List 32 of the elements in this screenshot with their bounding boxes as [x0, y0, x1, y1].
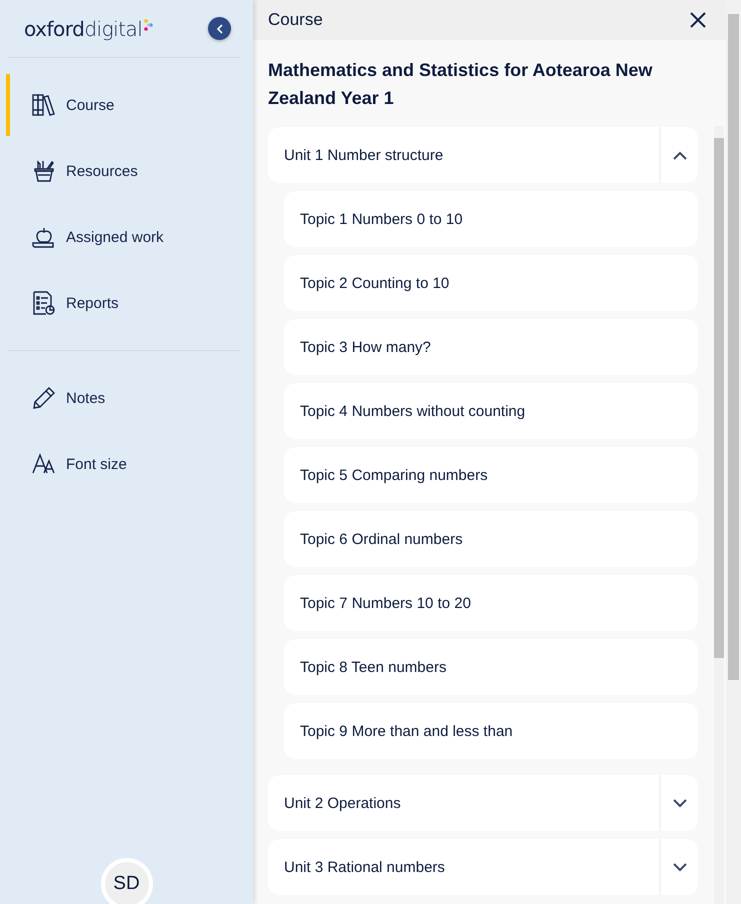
chevron-left-icon	[214, 24, 224, 34]
topic-item[interactable]: Topic 3 How many?	[284, 319, 698, 375]
apple-book-icon	[32, 225, 56, 249]
pencil-icon	[32, 386, 56, 410]
topic-item[interactable]: Topic 9 More than and less than	[284, 703, 698, 759]
nav-item[interactable]: Notes	[6, 367, 253, 429]
chevron-down-icon	[672, 798, 686, 808]
nav-item[interactable]: Reports	[6, 272, 253, 334]
close-icon	[689, 11, 707, 29]
topic-item[interactable]: Topic 2 Counting to 10	[284, 255, 698, 311]
books-icon	[32, 93, 56, 117]
logo-arrow-icon	[144, 18, 154, 30]
topic-item[interactable]: Topic 4 Numbers without counting	[284, 383, 698, 439]
chevron-down-icon	[672, 862, 686, 872]
topic-item[interactable]: Topic 5 Comparing numbers	[284, 447, 698, 503]
topic-item[interactable]: Topic 6 Ordinal numbers	[284, 511, 698, 567]
user-avatar[interactable]: SD	[100, 858, 152, 904]
topic-item[interactable]: Topic 7 Numbers 10 to 20	[284, 575, 698, 631]
close-button[interactable]	[689, 11, 707, 29]
font-size-icon	[32, 452, 56, 476]
logo-text: oxforddigital	[24, 16, 142, 40]
report-icon	[32, 291, 56, 315]
topic-item[interactable]: Topic 1 Numbers 0 to 10	[284, 191, 698, 247]
topic-item[interactable]: Topic 8 Teen numbers	[284, 639, 698, 695]
chevron-up-icon	[672, 150, 686, 160]
nav-item[interactable]: Font size	[6, 433, 253, 495]
course-title: Mathematics and Statistics for Aotearoa New Zealand Year 1	[268, 59, 654, 110]
collapse-button[interactable]	[208, 17, 231, 40]
nav-item[interactable]: Assigned work	[6, 206, 253, 268]
nav-item[interactable]: Resources	[6, 140, 253, 202]
panel-title: Course	[268, 10, 323, 30]
pencil-cup-icon	[32, 159, 56, 183]
